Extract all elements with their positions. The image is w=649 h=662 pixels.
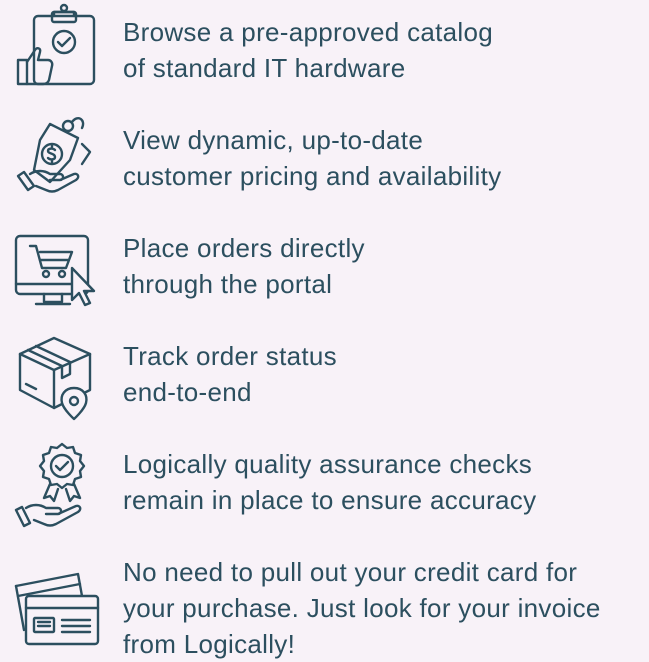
feature-text: Track order status end-to-end	[123, 338, 641, 410]
feature-text: View dynamic, up-to-date customer pricin…	[123, 122, 641, 194]
feature-line: from Logically!	[123, 629, 296, 659]
feature-text: Browse a pre-approved catalog of standar…	[123, 14, 641, 86]
feature-line: your purchase. Just look for your invoic…	[123, 593, 601, 623]
invoice-cards-icon	[10, 560, 102, 652]
feature-line: through the portal	[123, 269, 333, 299]
clipboard-thumbs-up-icon	[10, 0, 102, 92]
shopping-cart-monitor-icon	[10, 218, 102, 310]
feature-line: customer pricing and availability	[123, 161, 502, 191]
feature-line: Logically quality assurance checks	[123, 449, 533, 479]
feature-line: end-to-end	[123, 377, 252, 407]
feature-line: View dynamic, up-to-date	[123, 125, 424, 155]
feature-list: Browse a pre-approved catalog of standar…	[0, 0, 649, 659]
feature-line: Place orders directly	[123, 233, 365, 263]
feature-text: No need to pull out your credit card for…	[123, 554, 641, 662]
feature-line: of standard IT hardware	[123, 53, 406, 83]
feature-line: No need to pull out your credit card for	[123, 557, 578, 587]
package-location-icon	[10, 332, 102, 424]
feature-line: Browse a pre-approved catalog	[123, 17, 494, 47]
feature-line: Track order status	[123, 341, 337, 371]
price-tag-hand-icon	[10, 110, 102, 202]
quality-badge-hand-icon	[10, 440, 102, 532]
feature-text: Logically quality assurance checks remai…	[123, 446, 641, 518]
feature-line: remain in place to ensure accuracy	[123, 485, 537, 515]
feature-text: Place orders directly through the portal	[123, 230, 641, 302]
